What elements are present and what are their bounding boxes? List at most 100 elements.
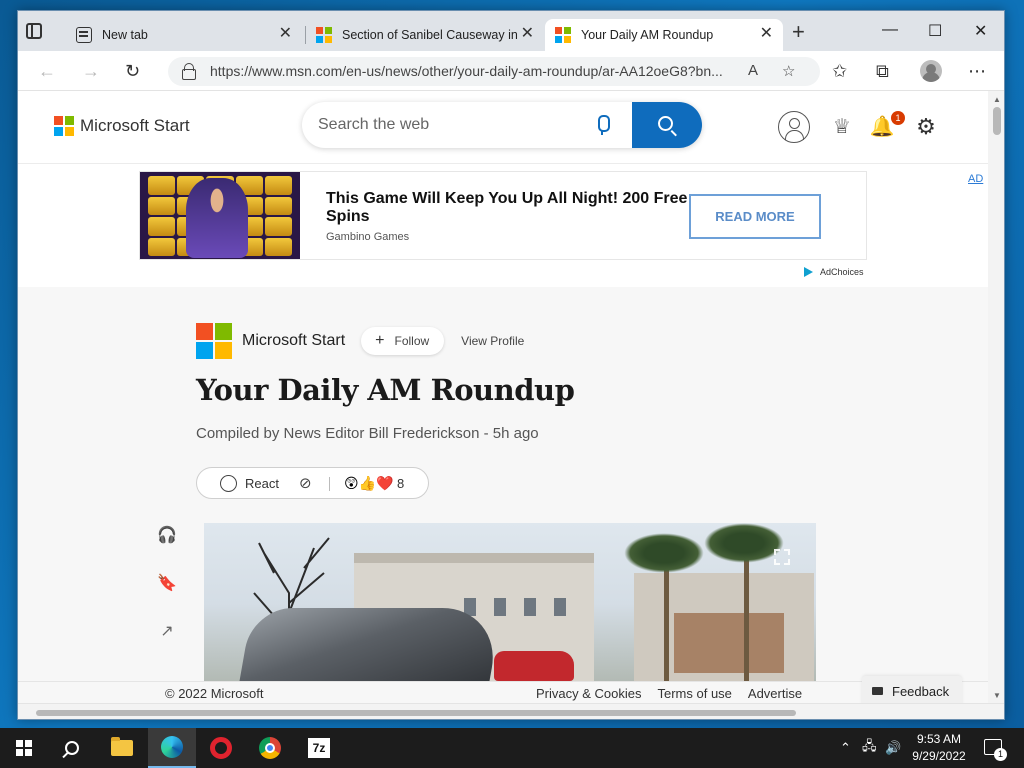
new-tab-page-icon (76, 27, 92, 43)
folder-icon (111, 737, 133, 756)
tab-sanibel[interactable]: Section of Sanibel Causeway in F ✕ (306, 19, 544, 51)
publisher-logo-icon[interactable] (196, 323, 232, 359)
microsoft-logo-icon (54, 116, 74, 136)
action-center-badge: 1 (994, 748, 1007, 761)
vertical-scrollbar[interactable]: ▲ ▼ (988, 91, 1004, 703)
chrome-button[interactable] (246, 728, 294, 768)
microphone-icon[interactable] (596, 115, 610, 135)
read-aloud-icon[interactable]: A (748, 62, 758, 79)
site-header: Microsoft Start ♕ 🔔 1 ⚙ (18, 91, 988, 164)
feedback-icon (872, 687, 883, 695)
article-side-tools: 🎧 🔖 ↗ (156, 525, 178, 669)
page-viewport: Microsoft Start ♕ 🔔 1 ⚙ (18, 91, 988, 703)
tray-overflow-chevron-icon[interactable]: ⌃ (840, 728, 851, 768)
ad-mark[interactable]: AD (968, 173, 983, 185)
account-icon[interactable] (778, 111, 810, 143)
comments-off-icon[interactable]: ⊘ (299, 476, 312, 491)
palm-fronds (624, 533, 704, 573)
more-menu-icon[interactable]: ⋯ (968, 61, 986, 81)
privacy-cookies-link[interactable]: Privacy & Cookies (536, 686, 641, 701)
msn-favicon (555, 27, 571, 43)
new-tab-button[interactable]: + (792, 21, 805, 43)
ad-card[interactable]: This Game Will Keep You Up All Night! 20… (139, 171, 983, 260)
back-button[interactable]: ← (38, 61, 56, 81)
reaction-emojis-icon[interactable]: 😲👍❤️ (344, 475, 393, 491)
read-more-button[interactable]: READ MORE (689, 194, 821, 239)
rewards-icon[interactable]: ♕ (826, 111, 858, 143)
brand-logo[interactable]: Microsoft Start (54, 116, 190, 136)
page-footer: © 2022 Microsoft Privacy & Cookies Terms… (18, 676, 988, 703)
feedback-button[interactable]: Feedback (862, 676, 962, 703)
edge-icon (161, 736, 183, 758)
refresh-button[interactable]: ↻ (125, 61, 140, 81)
scroll-up-arrow-icon[interactable]: ▲ (993, 95, 1001, 104)
system-clock[interactable]: 9:53 AM 9/29/2022 (908, 731, 970, 765)
tab-new-tab[interactable]: New tab ✕ (66, 19, 302, 51)
file-explorer-button[interactable] (98, 728, 146, 768)
windows-logo-icon (16, 740, 32, 756)
minimize-button[interactable]: — (882, 21, 898, 39)
article-hero-image[interactable] (204, 523, 816, 703)
start-button[interactable] (0, 728, 48, 768)
publisher-name[interactable]: Microsoft Start (242, 332, 345, 350)
ad-banner: This Game Will Keep You Up All Night! 20… (18, 164, 988, 287)
window (494, 598, 506, 616)
share-icon[interactable]: ↗ (156, 621, 178, 641)
horizontal-scrollbar[interactable] (18, 703, 1004, 719)
expand-fullscreen-icon[interactable] (774, 549, 790, 565)
tab-bar: New tab ✕ Section of Sanibel Causeway in… (18, 11, 1004, 51)
close-window-button[interactable]: ✕ (974, 21, 987, 41)
bookmark-icon[interactable]: 🔖 (156, 573, 178, 593)
collections-icon[interactable]: ⧉ (876, 61, 889, 81)
tab-daily-am-roundup[interactable]: Your Daily AM Roundup ✕ (545, 19, 783, 51)
palm-fronds (704, 523, 784, 563)
react-button[interactable]: React (245, 476, 279, 491)
7zip-icon: 7z (308, 738, 330, 758)
favorites-icon[interactable]: ✩ (832, 61, 847, 81)
tab-actions-icon[interactable] (26, 23, 42, 39)
search-icon (65, 741, 79, 755)
tab-close-icon[interactable]: ✕ (760, 26, 773, 42)
tab-close-icon[interactable]: ✕ (521, 26, 534, 42)
clock-time: 9:53 AM (916, 732, 962, 746)
lock-icon[interactable] (182, 63, 196, 80)
adchoices-link[interactable]: AdChoices (804, 267, 864, 277)
ad-image[interactable] (140, 172, 300, 259)
reaction-count: 8 (397, 476, 405, 491)
search-input[interactable] (318, 114, 568, 136)
profile-avatar[interactable] (920, 60, 942, 82)
horizontal-scroll-thumb[interactable] (36, 710, 796, 716)
view-profile-link[interactable]: View Profile (461, 334, 524, 348)
7zip-button[interactable]: 7z (295, 728, 343, 768)
add-favorite-icon[interactable]: ☆ (782, 62, 795, 80)
terms-of-use-link[interactable]: Terms of use (657, 686, 731, 701)
tab-title: Your Daily AM Roundup (581, 28, 714, 42)
address-bar[interactable]: https://www.msn.com/en-us/news/other/you… (168, 57, 820, 86)
divider (329, 477, 330, 491)
taskbar-search-button[interactable] (48, 728, 96, 768)
volume-icon[interactable]: 🔊 (885, 728, 901, 768)
maximize-button[interactable]: ☐ (928, 21, 942, 41)
clock-date: 9/29/2022 (912, 749, 966, 763)
tab-close-icon[interactable]: ✕ (279, 26, 292, 42)
settings-gear-icon[interactable]: ⚙ (910, 111, 942, 143)
scroll-down-arrow-icon[interactable]: ▼ (993, 691, 1001, 700)
follow-label: Follow (394, 334, 430, 348)
advertise-link[interactable]: Advertise (748, 686, 802, 701)
network-icon[interactable]: 🖧 (862, 728, 877, 768)
opera-button[interactable] (197, 728, 245, 768)
edge-button[interactable] (148, 728, 196, 768)
follow-button[interactable]: + Follow (361, 327, 445, 355)
footer-links: Privacy & Cookies Terms of use Advertise (536, 686, 802, 701)
adchoices-icon (804, 267, 813, 277)
plus-icon: + (375, 332, 385, 349)
vertical-scroll-thumb[interactable] (993, 107, 1001, 135)
url-text[interactable]: https://www.msn.com/en-us/news/other/you… (210, 63, 723, 79)
forward-button[interactable]: → (82, 61, 100, 81)
adchoices-label: AdChoices (820, 267, 864, 277)
listen-headphones-icon[interactable]: 🎧 (156, 525, 178, 545)
search-button[interactable] (632, 102, 702, 148)
ad-headline[interactable]: This Game Will Keep You Up All Night! 20… (326, 190, 696, 226)
react-smiley-icon[interactable] (220, 475, 237, 492)
article-title: Your Daily AM Roundup (196, 373, 575, 407)
